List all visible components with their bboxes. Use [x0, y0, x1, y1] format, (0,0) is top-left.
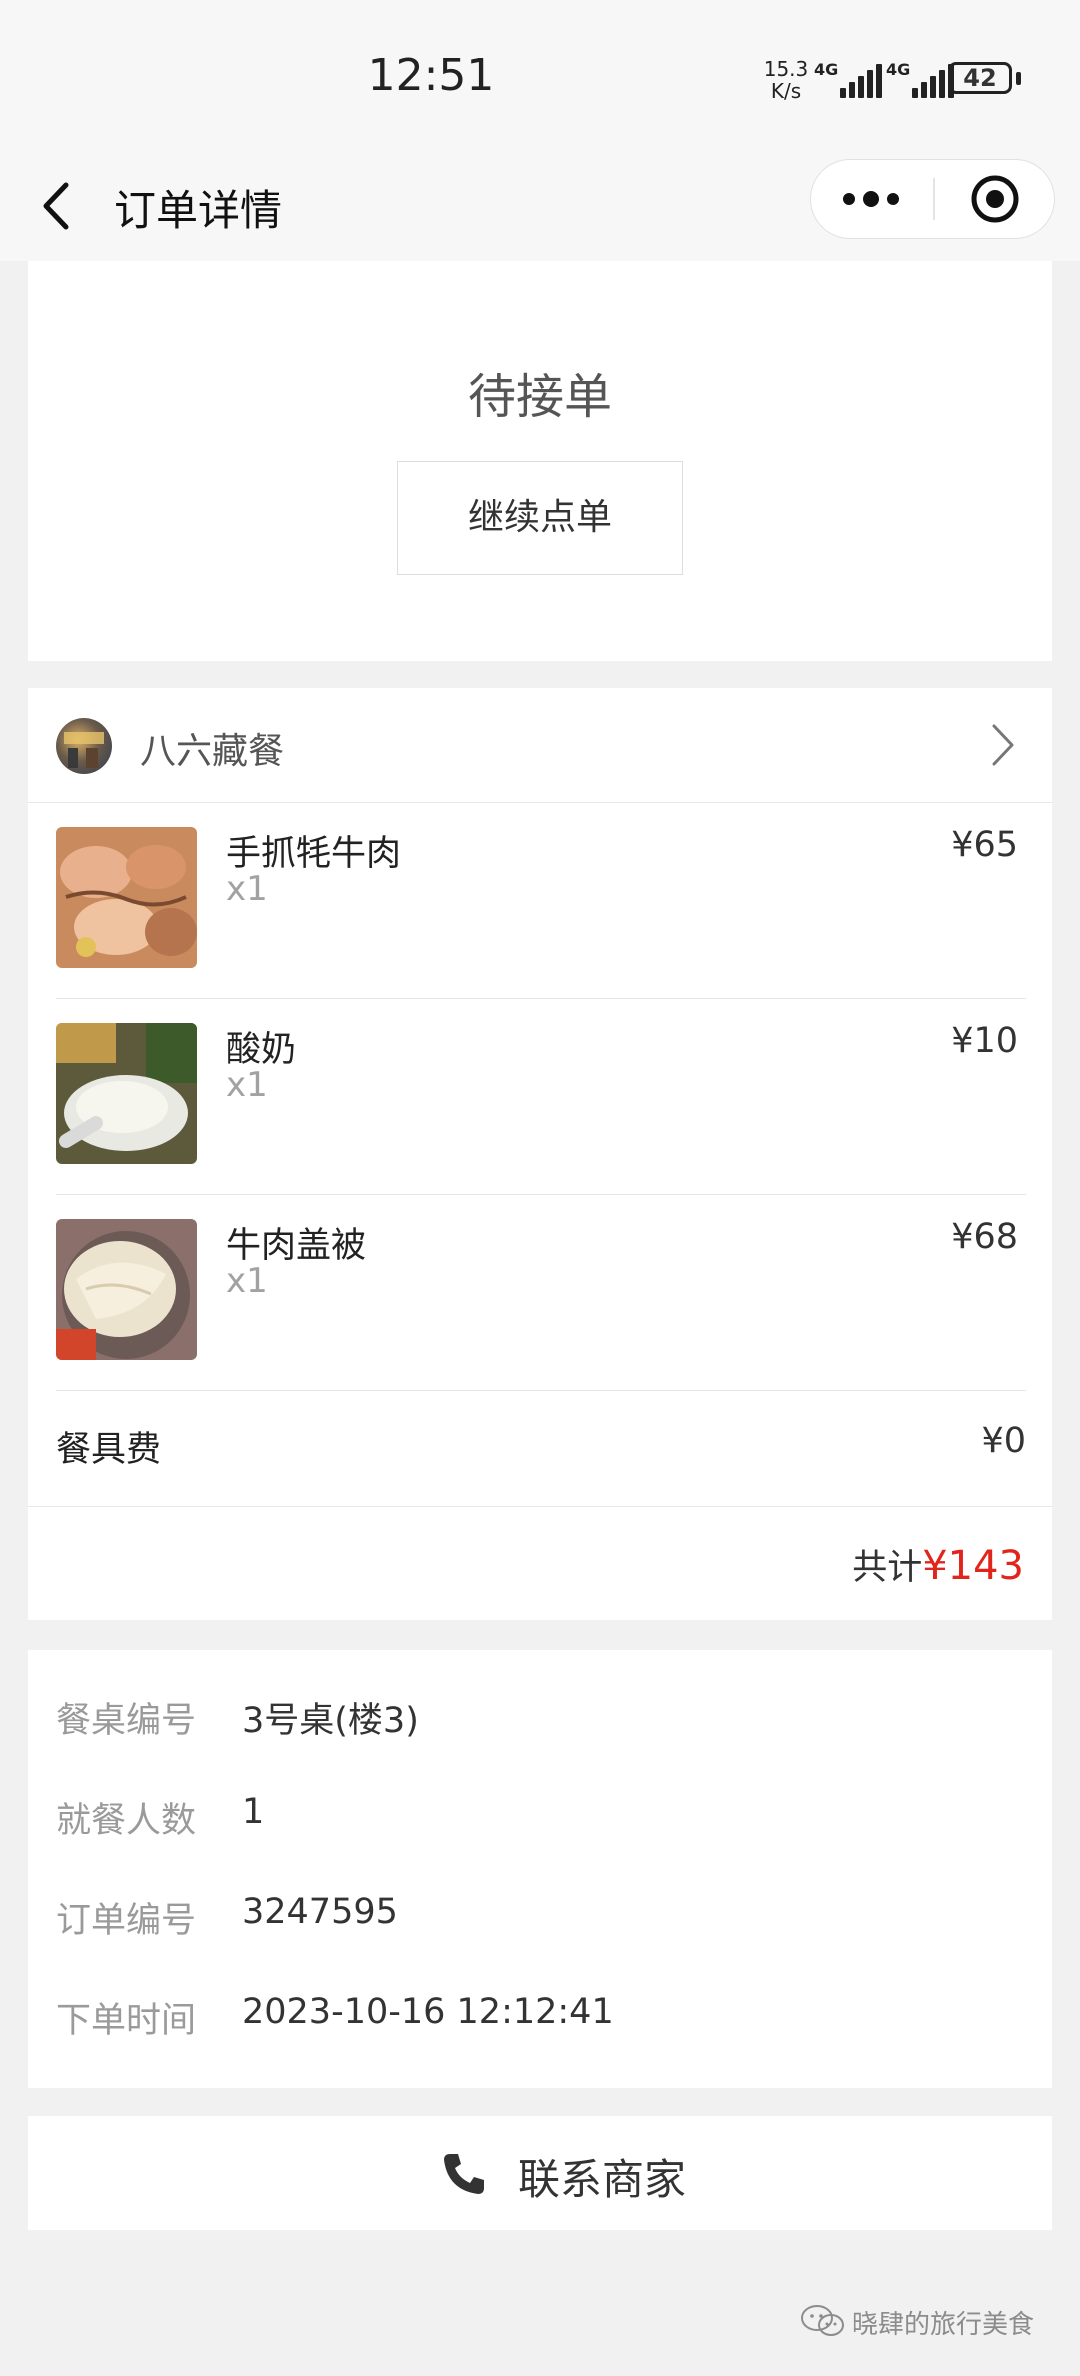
order-item: 牛肉盖被 x1 ¥68 [56, 1195, 1026, 1391]
status-bar: 12:51 15.3 K/s 4G 4G 42 [0, 0, 1080, 155]
watermark-text: 晓肆的旅行美食 [852, 2310, 1035, 2340]
total-row: 共计¥143 [28, 1506, 1052, 1620]
item-image-yogurt [56, 1023, 197, 1164]
info-label: 订单编号 [56, 1901, 197, 1941]
more-dots-icon [843, 191, 899, 207]
contact-merchant-content: 联系商家 [28, 2116, 1052, 2230]
fee-value: ¥0 [981, 1421, 1026, 1461]
chevron-right-icon [992, 724, 1014, 766]
phone-icon [444, 2154, 484, 2194]
item-price: ¥65 [951, 825, 1018, 865]
signal-icon-sim2: 4G [886, 60, 956, 98]
info-label: 餐桌编号 [56, 1701, 197, 1741]
info-label: 就餐人数 [56, 1801, 197, 1841]
network-speed-unit: K/s [770, 79, 802, 103]
network-speed: 15.3 K/s [760, 58, 812, 102]
order-status-card: 待接单 继续点单 [28, 261, 1052, 661]
info-label: 下单时间 [56, 2001, 197, 2041]
order-info-card: 餐桌编号 3号桌(楼3) 就餐人数 1 订单编号 3247595 下单时间 20… [28, 1650, 1052, 2088]
continue-ordering-button[interactable]: 继续点单 [397, 461, 683, 575]
item-quantity: x1 [226, 1261, 268, 1301]
item-price: ¥10 [951, 1021, 1018, 1061]
nav-bar: 订单详情 [0, 155, 1080, 261]
battery-nub [1016, 72, 1021, 85]
order-item: 酸奶 x1 ¥10 [56, 999, 1026, 1195]
battery-level: 42 [963, 64, 997, 92]
status-time: 12:51 [367, 50, 495, 101]
item-quantity: x1 [226, 869, 268, 909]
contact-merchant-button[interactable]: 联系商家 [28, 2116, 1052, 2230]
info-value: 1 [242, 1792, 265, 1832]
chevron-left-icon [43, 182, 69, 230]
signal-icon-sim1: 4G [814, 60, 884, 98]
order-items-card: 八六藏餐 手抓牦牛肉 x1 ¥65 酸奶 x1 ¥10 牛肉盖被 x1 ¥68 … [28, 688, 1052, 1620]
tableware-fee-row: 餐具费 ¥0 [56, 1391, 1026, 1503]
sim2-network-label: 4G [886, 60, 911, 79]
network-speed-value: 15.3 [763, 57, 809, 81]
item-image-yak-meat [56, 827, 197, 968]
info-value: 2023-10-16 12:12:41 [242, 1992, 614, 2032]
info-value: 3247595 [242, 1892, 398, 1932]
contact-merchant-label: 联系商家 [518, 2155, 687, 2204]
battery-icon: 42 [948, 62, 1012, 94]
wechat-icon [801, 2305, 844, 2336]
item-price: ¥68 [951, 1217, 1018, 1257]
watermark: 晓肆的旅行美食 [800, 2302, 1060, 2342]
fee-label: 餐具费 [56, 1430, 162, 1470]
sim1-network-label: 4G [814, 60, 839, 79]
order-item: 手抓牦牛肉 x1 ¥65 [56, 803, 1026, 999]
item-quantity: x1 [226, 1065, 268, 1105]
back-button[interactable] [36, 177, 86, 235]
item-image-beef-dish [56, 1219, 197, 1360]
total-text: 共计¥143 [852, 1539, 1024, 1590]
info-value: 3号桌(楼3) [242, 1701, 419, 1741]
total-label: 共计 [852, 1548, 923, 1588]
more-button[interactable] [811, 160, 931, 238]
shop-name: 八六藏餐 [140, 731, 285, 772]
total-amount: ¥143 [922, 1543, 1024, 1589]
target-close-icon [971, 175, 1019, 223]
mini-program-capsule [810, 159, 1055, 239]
page-title: 订单详情 [114, 186, 283, 235]
shop-avatar [56, 718, 112, 774]
order-status-text: 待接单 [467, 369, 612, 425]
close-mini-program-button[interactable] [935, 160, 1055, 238]
shop-header[interactable]: 八六藏餐 [28, 688, 1052, 803]
